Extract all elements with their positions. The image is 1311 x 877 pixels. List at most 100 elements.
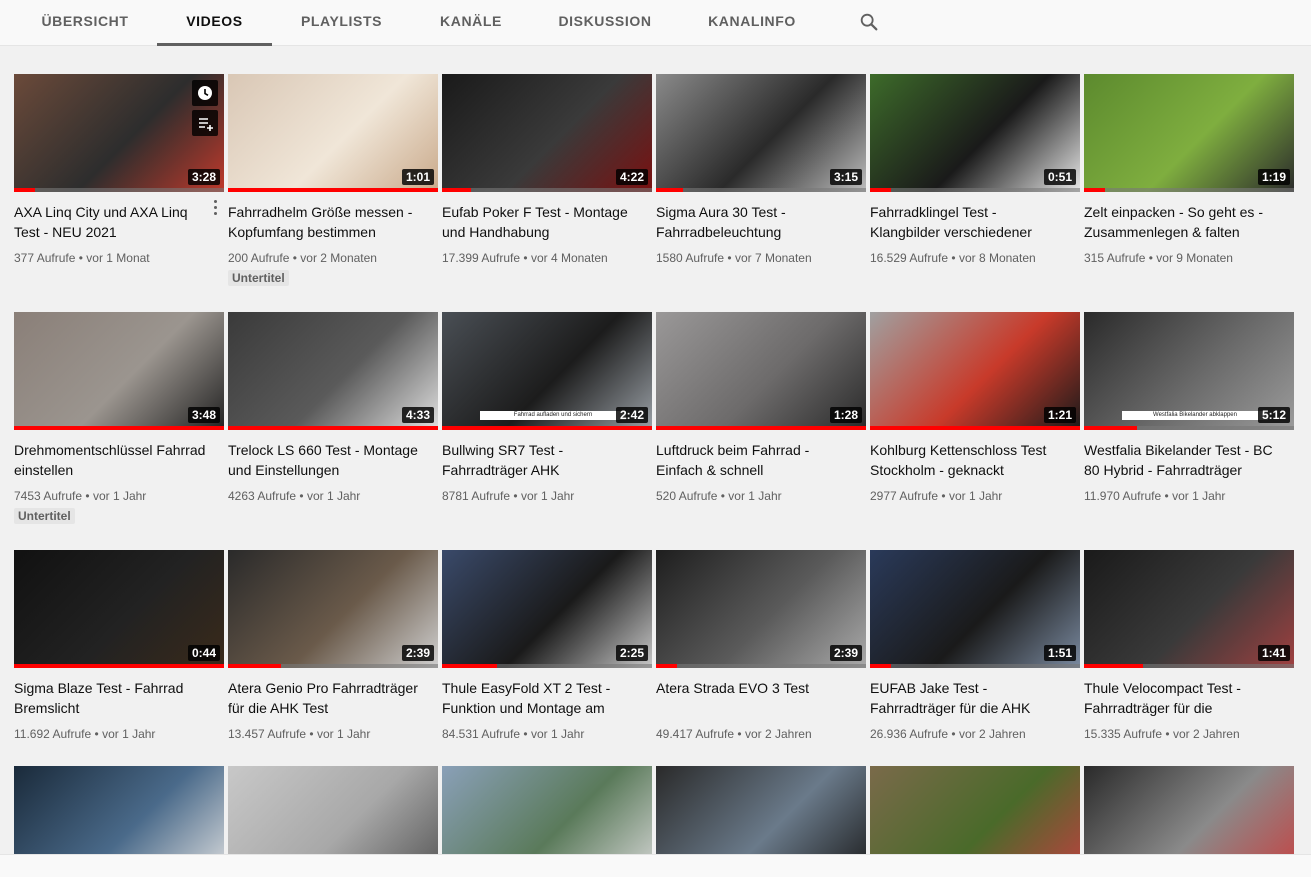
video-thumbnail[interactable] [870,766,1080,854]
video-card[interactable]: 4:33 Trelock LS 660 Test - Montage und Ei… [228,312,438,504]
video-card[interactable]: 1:28 Luftdruck beim Fahrrad - Einfach & s… [656,312,866,504]
view-count: 7453 Aufrufe [14,489,83,503]
video-card[interactable] [442,766,652,854]
video-card[interactable]: 0:44 Sigma Blaze Test - Fahrrad Bremslich… [14,550,224,742]
tab-diskussion[interactable]: DISKUSSION [548,0,662,46]
view-count: 200 Aufrufe [228,251,290,265]
video-card[interactable]: 1:01 Fahrradhelm Größe messen - Kopfumfan… [228,74,438,287]
video-title[interactable]: Fahrradklingel Test - Klangbilder versch… [870,202,1080,242]
video-thumbnail[interactable]: 2:25 [442,550,652,668]
view-count: 11.692 Aufrufe [14,727,92,741]
video-title[interactable]: Sigma Aura 30 Test - Fahrradbeleuchtung [656,202,866,242]
view-count: 16.529 Aufrufe [870,251,949,265]
video-thumbnail[interactable] [442,766,652,854]
video-thumbnail[interactable]: Fahrrad aufladen und sichern 2:42 [442,312,652,430]
video-thumbnail[interactable]: 1:41 [1084,550,1294,668]
video-card[interactable] [656,766,866,854]
tab-videos[interactable]: VIDEOS [157,0,272,46]
video-title[interactable]: AXA Linq City und AXA Linq Test - NEU 20… [14,202,224,242]
video-thumbnail[interactable]: 3:28 [14,74,224,192]
upload-age: vor 1 Jahr [316,727,371,741]
video-thumbnail[interactable] [1084,766,1294,854]
video-card[interactable]: 1:41 Thule Velocompact Test - Fahrradträg… [1084,550,1294,742]
separator-dot: • [717,489,729,503]
upload-age: vor 1 Jahr [948,489,1003,503]
video-metadata: 2977 Aufrufe • vor 1 Jahr [870,488,1080,504]
video-card[interactable]: 2:25 Thule EasyFold XT 2 Test - Funktion … [442,550,652,742]
tab-kanaele[interactable]: KANÄLE [428,0,514,46]
video-card[interactable]: 4:22 Eufab Poker F Test - Montage und Han… [442,74,652,266]
video-thumbnail[interactable]: 1:51 [870,550,1080,668]
video-thumbnail[interactable]: 0:44 [14,550,224,668]
video-title[interactable]: Kohlburg Kettenschloss Test Stockholm - … [870,440,1080,480]
video-thumbnail[interactable]: 2:39 [656,550,866,668]
thumbnail-image [14,766,224,854]
watch-progress-fill [228,664,281,668]
video-title[interactable]: EUFAB Jake Test - Fahrradträger für die … [870,678,1080,718]
more-actions-icon[interactable] [214,200,218,216]
video-thumbnail[interactable]: 4:22 [442,74,652,192]
video-title[interactable]: Atera Genio Pro Fahrradträger für die AH… [228,678,438,718]
video-title[interactable]: Trelock LS 660 Test - Montage und Einste… [228,440,438,480]
video-card[interactable] [870,766,1080,854]
video-thumbnail[interactable]: 3:15 [656,74,866,192]
watch-progress-fill [656,188,684,192]
video-card[interactable]: Fahrrad aufladen und sichern 2:42 Bullwing… [442,312,652,504]
video-card[interactable]: 1:19 Zelt einpacken - So geht es - Zusamm… [1084,74,1294,266]
search-icon[interactable] [858,11,880,33]
video-title[interactable]: Bullwing SR7 Test - Fahrradträger AHK [442,440,652,480]
tab-playlists[interactable]: PLAYLISTS [290,0,393,46]
video-thumbnail[interactable]: 1:28 [656,312,866,430]
watch-progress-bar [442,664,652,668]
tab-uebersicht[interactable]: ÜBERSICHT [30,0,140,46]
duration-badge: 2:39 [401,645,434,661]
duration-badge: 5:12 [1257,407,1290,423]
video-thumbnail[interactable]: 2:39 [228,550,438,668]
video-title[interactable]: Fahrradhelm Größe messen - Kopfumfang be… [228,202,438,242]
clock-icon[interactable] [192,80,218,106]
upload-age: vor 2 Jahren [1172,727,1240,741]
video-thumbnail[interactable]: 1:01 [228,74,438,192]
video-thumbnail[interactable] [656,766,866,854]
video-title[interactable]: Eufab Poker F Test - Montage und Handhab… [442,202,652,242]
watch-progress-fill [1084,188,1105,192]
video-metadata: 84.531 Aufrufe • vor 1 Jahr [442,726,652,742]
video-title[interactable]: Thule Velocompact Test - Fahrradträger f… [1084,678,1294,718]
video-card[interactable]: 2:39 Atera Strada EVO 3 Test 49.417 Aufruf… [656,550,866,742]
video-thumbnail[interactable]: 0:51 [870,74,1080,192]
upload-age: vor 1 Jahr [728,489,782,503]
video-title[interactable]: Atera Strada EVO 3 Test [656,678,866,718]
video-card[interactable]: 3:48 Drehmomentschlüssel Fahrrad einstell… [14,312,224,525]
video-thumbnail[interactable] [14,766,224,854]
video-card[interactable]: 1:21 Kohlburg Kettenschloss Test Stockhol… [870,312,1080,504]
video-card[interactable] [14,766,224,854]
video-card[interactable] [228,766,438,854]
video-title[interactable]: Luftdruck beim Fahrrad - Einfach & schne… [656,440,866,480]
video-card[interactable]: 1:51 EUFAB Jake Test - Fahrradträger für … [870,550,1080,742]
watch-progress-fill [442,188,472,192]
video-title[interactable]: Drehmomentschlüssel Fahrrad einstellen [14,440,224,480]
video-thumbnail[interactable]: 1:21 [870,312,1080,430]
video-card[interactable]: Westfalia Bikelander abklappen 5:12 Westfa… [1084,312,1294,504]
video-title[interactable]: Sigma Blaze Test - Fahrrad Bremslicht [14,678,224,718]
video-thumbnail[interactable]: 1:19 [1084,74,1294,192]
video-thumbnail[interactable]: 3:48 [14,312,224,430]
separator-dot: • [289,251,301,265]
tab-kanalinfo[interactable]: KANALINFO [697,0,807,46]
video-title[interactable]: Westfalia Bikelander Test - BC 80 Hybrid… [1084,440,1294,480]
upload-age: vor 2 Monaten [300,251,377,265]
video-thumbnail[interactable]: Westfalia Bikelander abklappen 5:12 [1084,312,1294,430]
video-card[interactable]: 0:51 Fahrradklingel Test - Klangbilder ve… [870,74,1080,266]
video-thumbnail[interactable] [228,766,438,854]
watch-progress-fill [14,188,35,192]
add-to-queue-icon[interactable] [192,110,218,136]
video-card[interactable]: 3:28 AXA Linq City und AXA Linq Test - NE… [14,74,224,266]
video-card[interactable]: 3:15 Sigma Aura 30 Test - Fahrradbeleucht… [656,74,866,266]
video-title[interactable]: Zelt einpacken - So geht es - Zusammenle… [1084,202,1294,242]
upload-age: vor 2 Jahren [958,727,1026,741]
video-thumbnail[interactable]: 4:33 [228,312,438,430]
video-title[interactable]: Thule EasyFold XT 2 Test - Funktion und … [442,678,652,718]
video-card[interactable]: 2:39 Atera Genio Pro Fahrradträger für di… [228,550,438,742]
duration-badge: 1:01 [401,169,434,185]
video-card[interactable] [1084,766,1294,854]
